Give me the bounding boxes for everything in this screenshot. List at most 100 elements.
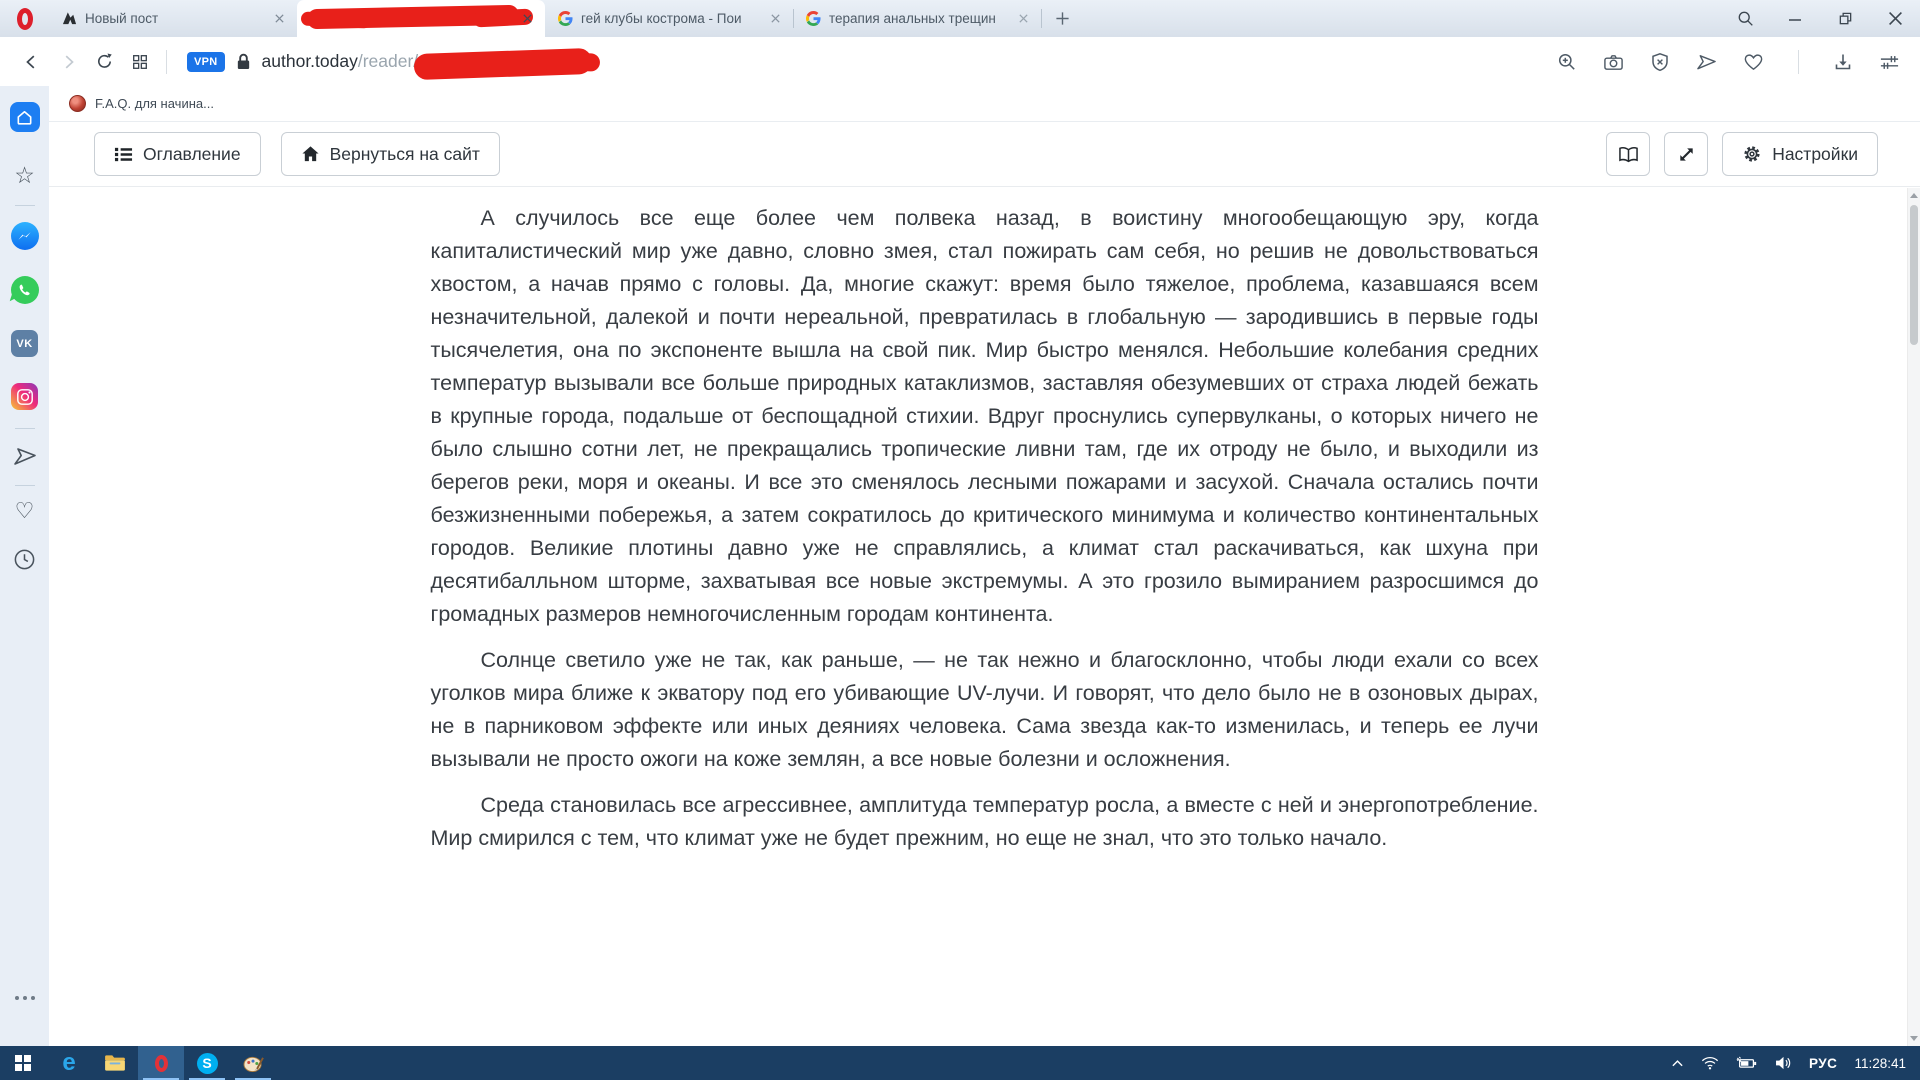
tab-novyi-post[interactable]: Новый пост xyxy=(49,0,297,37)
back-button[interactable] xyxy=(14,44,50,80)
tab-google-search-1[interactable]: гей клубы кострома - Пои xyxy=(545,0,793,37)
clock[interactable]: 11:28:41 xyxy=(1854,1056,1906,1071)
scroll-up-arrow[interactable] xyxy=(1908,188,1920,202)
bookmarks-star-icon[interactable]: ☆ xyxy=(14,164,35,187)
taskbar-edge[interactable]: e xyxy=(46,1046,92,1080)
bookmarks-bar: F.A.Q. для начина... xyxy=(49,86,1920,122)
address-bar-row: VPN author.today/reader/ xyxy=(0,37,1920,86)
divider xyxy=(166,50,167,74)
volume-icon[interactable] xyxy=(1775,1056,1792,1070)
taskbar-paint[interactable] xyxy=(230,1046,276,1080)
opera-menu-button[interactable] xyxy=(0,0,49,37)
divider xyxy=(15,428,35,429)
wifi-icon[interactable] xyxy=(1701,1056,1719,1070)
file-explorer-icon xyxy=(104,1054,126,1072)
reader-toolbar-right: Настройки xyxy=(1606,132,1878,176)
back-to-site-label: Вернуться на сайт xyxy=(330,144,480,165)
divider xyxy=(15,485,35,486)
bookmark-faq[interactable]: F.A.Q. для начина... xyxy=(95,96,214,111)
vertical-scrollbar[interactable] xyxy=(1907,188,1920,1046)
tab-title: гей клубы кострома - Пои xyxy=(581,11,759,26)
close-window-button[interactable] xyxy=(1870,0,1920,37)
tab-tiling-icon[interactable] xyxy=(122,44,158,80)
windows-taskbar: e S xyxy=(0,1046,1920,1080)
opera-browser-window: Новый пост гей клубы кострома - Пои xyxy=(0,0,1920,1080)
window-controls xyxy=(1720,0,1920,37)
favorites-heart-icon[interactable]: ♡ xyxy=(15,500,35,522)
adblock-shield-icon[interactable] xyxy=(1650,52,1670,72)
close-icon[interactable] xyxy=(519,13,535,24)
reader-content: А случилось все еще более чем полвека на… xyxy=(49,187,1920,855)
paint-icon xyxy=(243,1054,264,1073)
toc-button[interactable]: Оглавление xyxy=(94,132,261,176)
tab-google-search-2[interactable]: терапия анальных трещин xyxy=(793,0,1041,37)
scrollbar-thumb[interactable] xyxy=(1910,205,1918,345)
tab-active-redacted[interactable] xyxy=(297,0,545,37)
whatsapp-icon[interactable] xyxy=(11,276,39,304)
taskbar-explorer[interactable] xyxy=(92,1046,138,1080)
sidebar-more-icon[interactable] xyxy=(15,996,35,1000)
scroll-down-arrow[interactable] xyxy=(1908,1031,1920,1045)
lock-icon[interactable] xyxy=(235,52,252,71)
opera-logo-icon xyxy=(17,8,33,30)
opera-sidebar: ☆ VK ♡ xyxy=(0,86,49,1046)
settings-label: Настройки xyxy=(1772,144,1858,165)
settings-button[interactable]: Настройки xyxy=(1722,132,1878,176)
snapshot-camera-icon[interactable] xyxy=(1603,52,1624,72)
speed-dial-home-button[interactable] xyxy=(10,102,40,132)
my-flow-icon[interactable] xyxy=(1696,52,1717,72)
url-domain: author.today xyxy=(262,51,358,72)
paragraph: А случилось все еще более чем полвека на… xyxy=(431,202,1539,631)
bookmark-favicon xyxy=(69,95,86,112)
reload-button[interactable] xyxy=(86,44,122,80)
search-icon[interactable] xyxy=(1720,0,1770,37)
redaction-scribble xyxy=(414,47,593,79)
vpn-badge[interactable]: VPN xyxy=(187,52,225,72)
system-tray: РУС 11:28:41 xyxy=(1671,1056,1920,1071)
url-display[interactable]: author.today/reader/ xyxy=(262,49,593,75)
windows-logo-icon xyxy=(15,1055,31,1071)
forward-button[interactable] xyxy=(50,44,86,80)
bookmark-heart-icon[interactable] xyxy=(1743,52,1764,72)
paragraph: Солнце светило уже не так, как раньше, —… xyxy=(431,644,1539,776)
vk-icon[interactable]: VK xyxy=(11,330,38,357)
taskbar-opera[interactable] xyxy=(138,1046,184,1080)
skype-icon: S xyxy=(197,1053,218,1074)
minimize-button[interactable] xyxy=(1770,0,1820,37)
my-flow-icon[interactable] xyxy=(13,445,37,467)
taskbar-skype[interactable]: S xyxy=(184,1046,230,1080)
battery-icon[interactable] xyxy=(1736,1056,1758,1070)
author-today-icon xyxy=(62,11,77,26)
paragraph: Среда становилась все агрессивнее, ампли… xyxy=(431,789,1539,855)
url-path: /reader/ xyxy=(358,51,418,72)
fullscreen-button[interactable] xyxy=(1664,132,1708,176)
tab-title: Новый пост xyxy=(85,11,263,26)
opera-icon xyxy=(155,1055,168,1072)
edge-icon: e xyxy=(62,1051,75,1075)
back-to-site-button[interactable]: Вернуться на сайт xyxy=(281,132,500,176)
divider xyxy=(15,205,35,206)
download-icon[interactable] xyxy=(1833,52,1853,72)
redaction-scribble xyxy=(301,11,372,28)
close-icon[interactable] xyxy=(767,13,783,24)
zoom-in-icon[interactable] xyxy=(1557,52,1577,72)
close-icon[interactable] xyxy=(271,13,287,24)
new-tab-button[interactable] xyxy=(1041,0,1083,37)
reader-page: F.A.Q. для начина... Оглавление Вернутьс… xyxy=(49,86,1920,1046)
reader-text: А случилось все еще более чем полвека на… xyxy=(431,202,1539,855)
start-button[interactable] xyxy=(0,1046,46,1080)
address-bar-actions xyxy=(1557,50,1920,74)
home-icon xyxy=(301,145,320,163)
language-indicator[interactable]: РУС xyxy=(1809,1056,1837,1071)
messenger-icon[interactable] xyxy=(11,222,39,250)
instagram-icon[interactable] xyxy=(11,383,38,410)
close-icon[interactable] xyxy=(1015,13,1031,24)
toc-button-label: Оглавление xyxy=(143,144,241,165)
gear-icon xyxy=(1742,144,1762,164)
tray-chevron-up-icon[interactable] xyxy=(1671,1058,1684,1068)
history-clock-icon[interactable] xyxy=(13,548,36,571)
reading-mode-button[interactable] xyxy=(1606,132,1650,176)
tab-title: терапия анальных трещин xyxy=(829,11,1007,26)
easy-setup-sliders-icon[interactable] xyxy=(1879,52,1900,72)
restore-button[interactable] xyxy=(1820,0,1870,37)
